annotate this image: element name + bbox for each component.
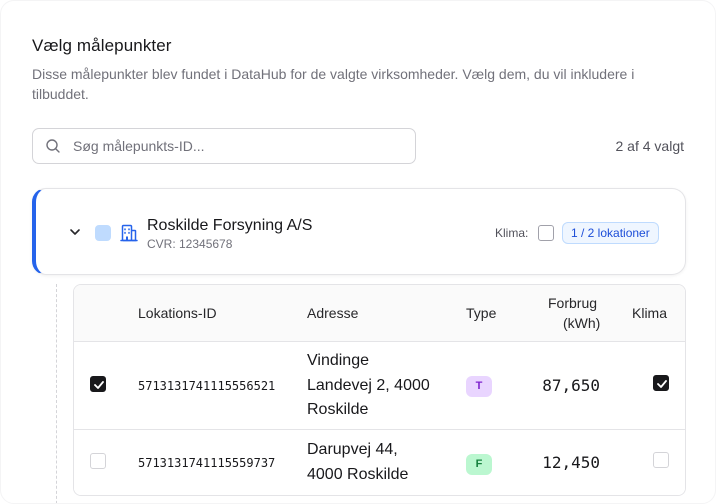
- table-header: Lokations-ID Adresse Type Forbrug (kWh) …: [74, 285, 685, 342]
- address: Darupvej 44, 4000 Roskilde: [307, 438, 408, 487]
- column-header-address: Adresse: [307, 305, 359, 321]
- check-icon: [657, 380, 667, 388]
- check-icon: [94, 381, 104, 389]
- building-icon: [120, 224, 138, 242]
- address-line: Roskilde: [307, 401, 369, 418]
- company-name: Roskilde Forsyning A/S: [147, 217, 313, 234]
- selection-count: 2 af 4 valgt: [615, 138, 685, 154]
- page-description: Disse målepunkter blev fundet i DataHub …: [32, 66, 635, 102]
- row-klima-checkbox[interactable]: [653, 452, 669, 468]
- row-select-checkbox[interactable]: [90, 453, 106, 469]
- column-header-type: Type: [466, 305, 497, 321]
- company-klima-label: Klima:: [495, 226, 529, 240]
- location-id: 5713131741115556521: [138, 379, 276, 393]
- column-header-climate: Klima: [632, 305, 668, 321]
- address-line: Darupvej 44,: [307, 441, 398, 458]
- address-line: 4000 Roskilde: [307, 465, 409, 483]
- address-line: Vindinge: [307, 352, 369, 369]
- address: Vindinge Landevej 2, 4000 Roskilde: [307, 349, 430, 423]
- page-title: Vælg målepunkter: [32, 36, 172, 55]
- tree-connector: [56, 284, 57, 503]
- search-icon: [46, 139, 60, 153]
- type-badge: F: [466, 454, 492, 475]
- address-line: Landevej 2, 4000: [307, 376, 430, 394]
- meter-selection-panel: Vælg målepunkter Disse målepunkter blev …: [0, 0, 716, 504]
- column-header-location-id: Lokations-ID: [138, 305, 217, 321]
- column-header-consumption: Forbrug: [548, 295, 598, 311]
- table-row[interactable]: 5713131741115559737 Darupvej 44, 4000 Ro…: [74, 430, 685, 495]
- locations-table: Lokations-ID Adresse Type Forbrug (kWh) …: [73, 284, 686, 496]
- company-select-checkbox[interactable]: [95, 225, 111, 241]
- chevron-down-icon[interactable]: [68, 225, 82, 239]
- row-select-checkbox[interactable]: [90, 376, 106, 392]
- company-card[interactable]: Roskilde Forsyning A/S CVR: 12345678 Kli…: [32, 188, 686, 275]
- location-id: 5713131741115559737: [138, 456, 276, 470]
- search-box[interactable]: [32, 128, 416, 164]
- table-row[interactable]: 5713131741115556521 Vindinge Landevej 2,…: [74, 342, 685, 430]
- company-cvr: CVR: 12345678: [147, 237, 233, 251]
- search-input[interactable]: [73, 129, 403, 163]
- row-klima-checkbox[interactable]: [653, 375, 669, 391]
- company-klima-checkbox[interactable]: [538, 225, 554, 241]
- type-badge: T: [466, 376, 492, 397]
- column-header-consumption-unit: (kWh): [563, 315, 601, 331]
- consumption-value: 87,650: [542, 376, 600, 395]
- consumption-value: 12,450: [542, 453, 600, 472]
- locations-badge: 1 / 2 lokationer: [562, 222, 659, 244]
